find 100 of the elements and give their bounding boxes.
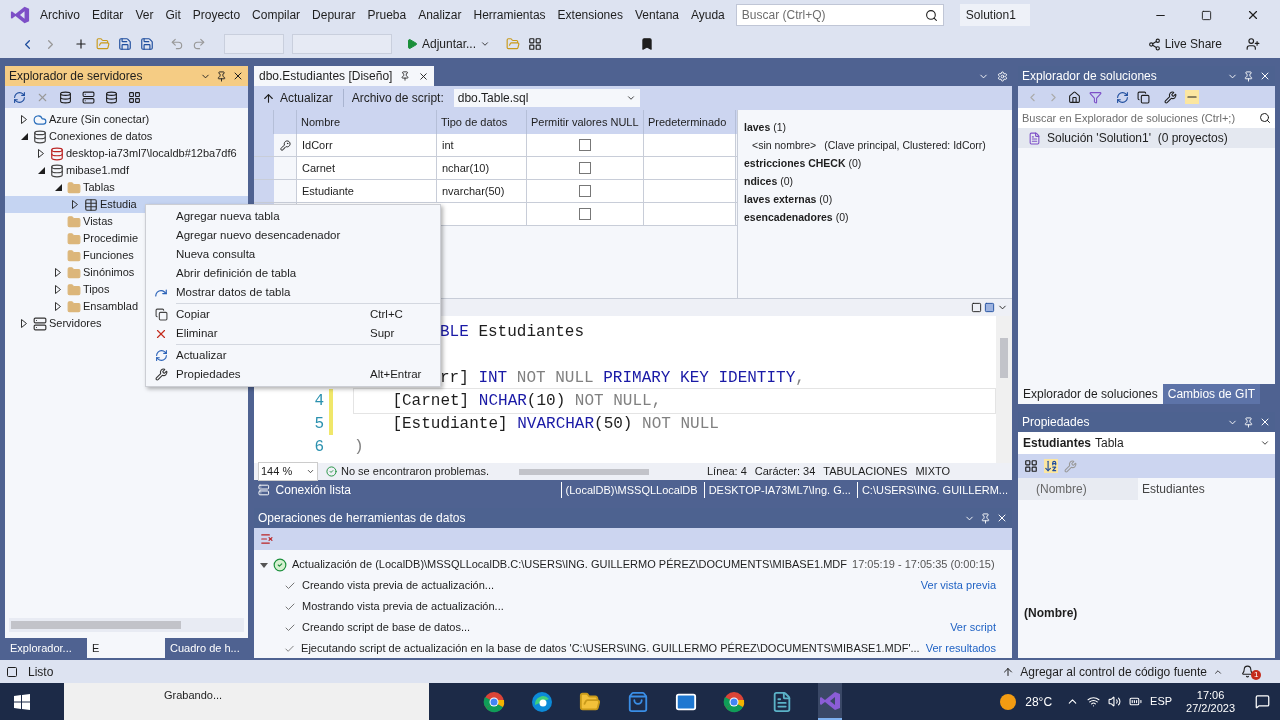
menu-item[interactable]: Abrir definición de tabla [146, 264, 440, 283]
menu-item[interactable]: Herramientas [467, 6, 552, 24]
expanded-arrow-icon[interactable] [54, 184, 62, 191]
chrome-icon[interactable] [483, 690, 505, 713]
tree-item[interactable]: Conexiones de datos [5, 128, 248, 145]
wifi-icon[interactable] [1087, 695, 1101, 708]
menu-item[interactable]: Eliminar Supr [146, 324, 440, 343]
clock-time[interactable]: 17:06 [1196, 688, 1225, 702]
zoom-dropdown[interactable]: 144 % [258, 462, 318, 481]
step-link[interactable]: Ver script [950, 619, 996, 636]
menu-item[interactable]: Extensiones [551, 6, 629, 24]
live-share-button[interactable]: Live Share [1147, 35, 1222, 53]
menu-item[interactable]: Ventana [628, 6, 685, 24]
diagram-icon[interactable] [128, 90, 141, 104]
step-link[interactable]: Ver vista previa [920, 577, 996, 594]
menu-item[interactable]: Analizar [412, 6, 468, 24]
menu-item[interactable]: Depurar [306, 6, 362, 24]
script-file-dropdown[interactable]: dbo.Table.sql [453, 89, 640, 107]
menu-item[interactable]: Prueba [361, 6, 413, 24]
menu-item[interactable]: Propiedades Alt+Entrar [146, 365, 440, 384]
checkbox[interactable] [579, 139, 591, 151]
pin-icon[interactable] [1243, 416, 1254, 428]
folder-icon[interactable] [579, 690, 601, 713]
menu-item[interactable]: Proyecto [186, 6, 247, 24]
search-field[interactable]: Buscar en Explorador de soluciones (Ctrl+;) [1018, 108, 1275, 128]
tree-item[interactable]: desktop-ia73ml7\localdb#12ba7df6 [5, 145, 248, 162]
new-item-icon[interactable] [74, 37, 88, 51]
language-indicator[interactable]: ESP [1150, 693, 1173, 710]
menu-item[interactable]: Ayuda [685, 6, 731, 24]
collapsed-arrow-icon[interactable] [38, 149, 44, 158]
checkbox[interactable] [579, 208, 591, 220]
menu-item[interactable]: Nueva consulta [146, 245, 440, 264]
tree-item[interactable]: Solución 'Solution1' (0 proyectos) [1018, 128, 1275, 148]
vertical-scrollbar[interactable] [996, 316, 1012, 463]
wrench-icon[interactable] [1164, 90, 1177, 104]
expanded-arrow-icon[interactable] [20, 133, 28, 140]
menu-item[interactable]: Copiar Ctrl+C [146, 305, 440, 324]
collapsed-arrow-icon[interactable] [21, 319, 27, 328]
menu-item[interactable]: Archivo [34, 6, 86, 24]
panel-tab[interactable]: E [87, 638, 165, 658]
collapsed-arrow-icon[interactable] [55, 302, 61, 311]
chrome-icon[interactable] [723, 690, 745, 713]
maximize-icon[interactable] [1201, 9, 1212, 21]
menu-item[interactable]: Compilar [246, 6, 307, 24]
menu-item[interactable]: Editar [86, 6, 130, 24]
collapse-icon[interactable] [1137, 90, 1150, 104]
edge-icon[interactable] [531, 690, 553, 713]
menu-item[interactable]: Actualizar [146, 346, 440, 365]
panel-tab[interactable]: Cambios de GIT [1162, 384, 1261, 404]
tree-item[interactable]: Tablas [5, 179, 248, 196]
close-icon[interactable] [1259, 416, 1271, 428]
home-icon[interactable] [1068, 90, 1081, 104]
expanded-arrow-icon[interactable] [37, 167, 45, 174]
close-icon[interactable] [232, 70, 244, 82]
collapsed-arrow-icon[interactable] [55, 285, 61, 294]
checkbox[interactable] [579, 185, 591, 197]
menu-item[interactable]: Git [159, 6, 187, 24]
object-dropdown[interactable]: Estudiantes Tabla [1018, 432, 1275, 454]
connect-server-icon[interactable] [82, 90, 95, 104]
split-view-icon[interactable] [971, 302, 982, 313]
visual-studio-logo[interactable] [10, 5, 30, 25]
settings-icon[interactable] [997, 71, 1008, 82]
new-database-icon[interactable] [105, 90, 118, 104]
close-icon[interactable] [1246, 8, 1260, 22]
collapsed-arrow-icon[interactable] [72, 200, 78, 209]
collapsed-arrow-icon[interactable] [21, 115, 27, 124]
connect-database-icon[interactable] [59, 90, 72, 104]
pin-icon[interactable] [1243, 70, 1254, 82]
menu-item[interactable]: Agregar nuevo desencadenador [146, 226, 440, 245]
preview-icon[interactable] [1185, 90, 1199, 104]
collapsed-arrow-icon[interactable] [55, 268, 61, 277]
notifications-icon[interactable] [1255, 694, 1270, 709]
tree-item[interactable]: Azure (Sin conectar) [5, 111, 248, 128]
windows-start-icon[interactable] [14, 693, 30, 710]
pin-icon[interactable] [216, 70, 227, 82]
step-link[interactable]: Ver resultados [925, 640, 996, 657]
pin-icon[interactable] [980, 512, 991, 524]
horizontal-view-icon[interactable] [984, 302, 995, 313]
bookmark-icon[interactable] [640, 37, 655, 51]
alphabetical-icon[interactable] [1044, 459, 1058, 473]
tree-item[interactable]: mibase1.mdf [5, 162, 248, 179]
save-icon[interactable] [118, 37, 132, 51]
volume-icon[interactable] [1108, 695, 1122, 708]
panel-tab[interactable]: Explorador de soluciones [1018, 384, 1163, 404]
search-field[interactable]: Buscar (Ctrl+Q) [735, 4, 944, 26]
menu-item[interactable]: Mostrar datos de tabla [146, 283, 440, 302]
panel-tab[interactable]: Cuadro de h... [165, 638, 247, 658]
store-bag-icon[interactable] [627, 690, 649, 713]
clear-list-icon[interactable] [260, 532, 274, 546]
account-icon[interactable] [1246, 37, 1260, 51]
filter-icon[interactable] [1089, 90, 1102, 104]
close-icon[interactable] [996, 512, 1008, 524]
refresh-icon[interactable] [13, 90, 26, 104]
expanded-arrow-icon[interactable] [260, 560, 268, 569]
source-control-button[interactable]: Agregar al control de código fuente [1002, 662, 1223, 681]
attach-button[interactable]: Adjuntar... [406, 35, 491, 53]
sync-icon[interactable] [1116, 90, 1129, 104]
notification-bell-icon[interactable] [1241, 665, 1254, 678]
clock-date[interactable]: 27/2/2023 [1186, 701, 1235, 715]
menu-item[interactable]: Ver [129, 6, 160, 24]
